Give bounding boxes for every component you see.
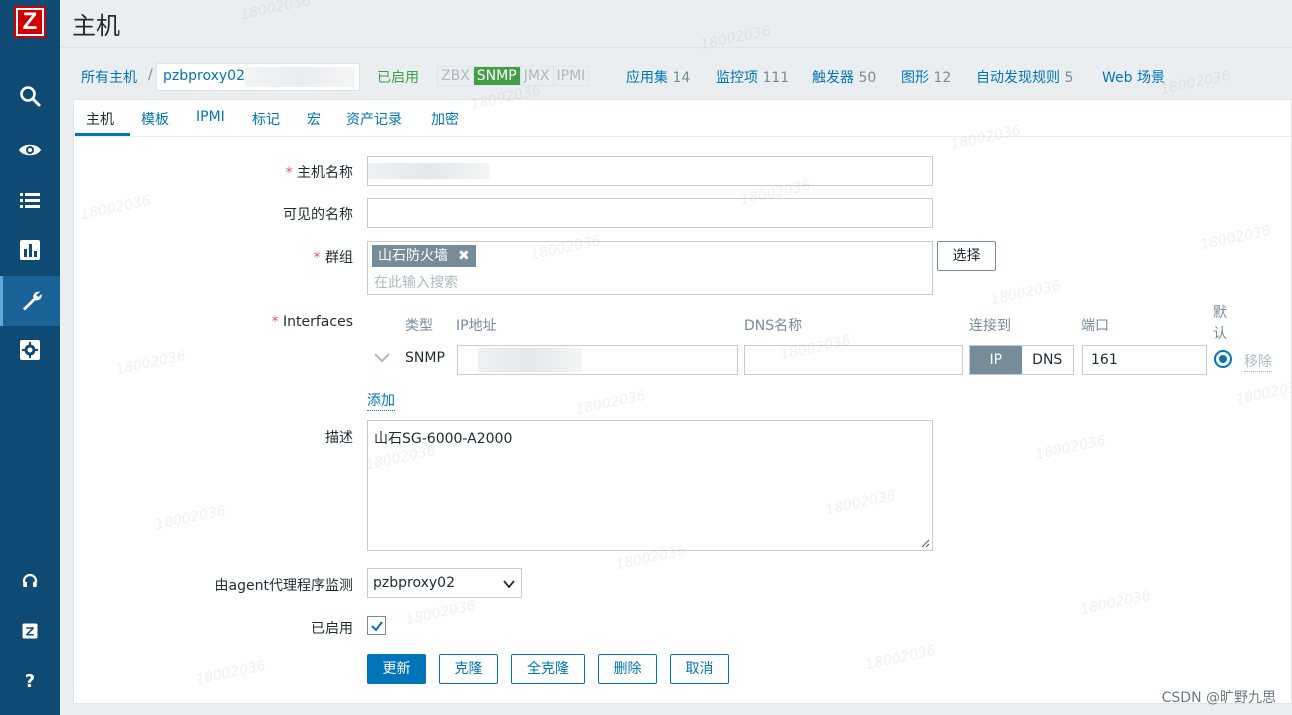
gear-icon[interactable]	[0, 325, 60, 375]
iface-dns-input[interactable]	[744, 345, 963, 375]
iface-col-dns: DNS名称	[744, 318, 803, 334]
groups-label: * 群组	[313, 250, 353, 266]
tab-inventory[interactable]: 资产记录	[346, 109, 402, 129]
items-link[interactable]: 监控项 111	[716, 67, 789, 87]
snmp-badge: SNMP	[473, 67, 521, 85]
breadcrumb-separator: /	[148, 67, 153, 83]
zbx-badge: ZBX	[438, 67, 474, 85]
proxy-select[interactable]: pzbproxy02	[367, 568, 522, 598]
groups-multiselect[interactable]: 山石防火墙 ✖ 在此输入搜索	[367, 241, 933, 295]
visible-name-label: 可见的名称	[283, 207, 353, 223]
tab-tags[interactable]: 标记	[252, 109, 280, 129]
search-icon[interactable]	[0, 71, 60, 121]
delete-button[interactable]: 删除	[598, 654, 657, 684]
iface-remove-link[interactable]: 移除	[1244, 351, 1272, 372]
active-tab-indicator	[75, 133, 130, 136]
wrench-icon[interactable]	[0, 276, 60, 326]
triggers-link[interactable]: 触发器 50	[812, 67, 876, 87]
description-label: 描述	[325, 430, 353, 446]
list-icon[interactable]	[0, 175, 60, 225]
select-groups-button[interactable]: 选择	[937, 241, 996, 271]
tab-ipmi[interactable]: IPMI	[196, 109, 225, 125]
chart-icon[interactable]	[0, 225, 60, 275]
iface-port-input[interactable]: 161	[1082, 345, 1207, 375]
remove-tag-icon[interactable]: ✖	[458, 245, 470, 267]
iface-col-default: 默认	[1213, 305, 1227, 342]
cancel-button[interactable]: 取消	[670, 654, 729, 684]
applications-link[interactable]: 应用集 14	[626, 67, 690, 87]
tab-templates[interactable]: 模板	[141, 109, 169, 129]
host-navigation: 所有主机 / pzbproxy02 已启用 ZBX SNMP JMX IPMI …	[60, 47, 1292, 99]
update-button[interactable]: 更新	[367, 654, 426, 684]
iface-ip-input[interactable]	[457, 345, 738, 375]
host-status[interactable]: 已启用	[377, 67, 419, 87]
redacted-area	[245, 67, 355, 87]
resize-handle-icon[interactable]	[921, 539, 930, 548]
csdn-credit: CSDN @旷野九思	[1161, 690, 1276, 706]
enabled-checkbox[interactable]	[367, 616, 386, 635]
headset-icon[interactable]	[0, 556, 60, 606]
add-interface-link[interactable]: 添加	[367, 390, 395, 411]
chevron-down-icon	[503, 580, 515, 589]
availability-indicators: ZBX SNMP JMX IPMI	[437, 66, 590, 86]
connect-ip-button[interactable]: IP	[970, 346, 1022, 374]
iface-col-connect: 连接到	[969, 318, 1011, 334]
tab-bar: 主机 模板 IPMI 标记 宏 资产记录 加密	[74, 100, 1291, 137]
tab-host[interactable]: 主机	[86, 109, 114, 129]
description-textarea[interactable]: 山石SG-6000-A2000	[367, 420, 933, 551]
chevron-down-icon[interactable]	[374, 353, 390, 363]
iface-col-ip: IP地址	[456, 318, 497, 334]
ipmi-badge: IPMI	[556, 68, 586, 84]
tab-encryption[interactable]: 加密	[431, 109, 459, 129]
connect-dns-button[interactable]: DNS	[1022, 346, 1074, 374]
hostname-input[interactable]	[367, 156, 933, 186]
all-hosts-link[interactable]: 所有主机	[81, 67, 137, 87]
visible-name-input[interactable]	[367, 198, 933, 228]
web-scenarios-link[interactable]: Web 场景	[1102, 67, 1165, 87]
full-clone-button[interactable]: 全克隆	[511, 654, 585, 684]
current-host-crumb[interactable]: pzbproxy02	[156, 63, 360, 91]
discovery-rules-link[interactable]: 自动发现规则 5	[976, 67, 1073, 87]
proxy-label: 由agent代理程序监测	[214, 578, 353, 594]
tab-macros[interactable]: 宏	[307, 109, 321, 129]
iface-connect-toggle: IP DNS	[969, 345, 1074, 375]
help-icon[interactable]: ?	[0, 656, 60, 706]
hostname-label: * 主机名称	[285, 165, 353, 181]
group-search-placeholder[interactable]: 在此输入搜索	[374, 272, 458, 292]
sidebar: Z ?	[0, 0, 60, 715]
graphs-link[interactable]: 图形 12	[901, 67, 951, 87]
enabled-label: 已启用	[311, 621, 353, 637]
iface-col-type: 类型	[405, 318, 433, 334]
watermark: 18002036	[239, 0, 313, 24]
iface-type: SNMP	[405, 350, 445, 366]
zabbix-logo[interactable]: Z	[14, 6, 46, 38]
redacted-area	[478, 348, 582, 372]
jmx-badge: JMX	[521, 67, 554, 85]
redacted-area	[368, 163, 490, 179]
interfaces-label: * Interfaces	[271, 314, 353, 330]
group-tag: 山石防火墙 ✖	[372, 245, 476, 267]
host-form-panel: 主机 模板 IPMI 标记 宏 资产记录 加密 * 主机名称 可见的名称 * 群…	[73, 99, 1292, 704]
iface-col-port: 端口	[1081, 318, 1109, 334]
iface-default-radio[interactable]	[1214, 350, 1232, 368]
page-title: 主机	[72, 12, 120, 40]
zabbix-icon[interactable]	[0, 606, 60, 656]
eye-icon[interactable]	[0, 125, 60, 175]
clone-button[interactable]: 克隆	[439, 654, 498, 684]
checkmark-icon	[371, 621, 383, 632]
